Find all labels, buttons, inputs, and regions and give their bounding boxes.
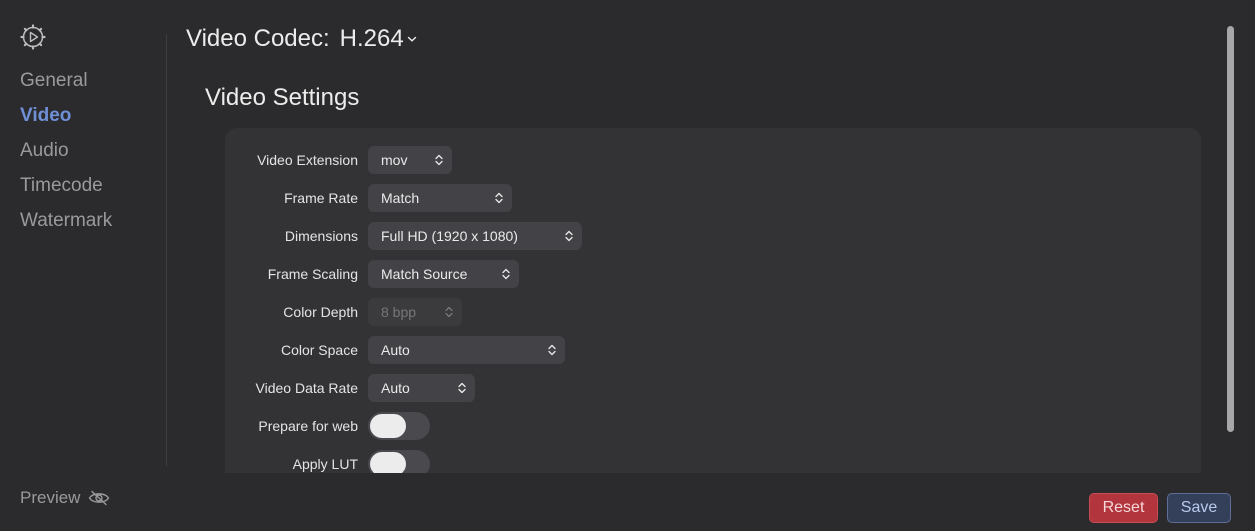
sidebar-item-audio[interactable]: Audio (20, 138, 112, 173)
frame-scaling-label: Frame Scaling (267, 266, 358, 282)
settings-panel: Video Extension mov Frame Rate Match Dim… (225, 128, 1201, 473)
updown-chevron-icon (495, 192, 503, 204)
color-depth-label: Color Depth (283, 304, 358, 320)
apply-lut-label: Apply LUT (292, 456, 358, 472)
color-depth-select: 8 bpp (368, 298, 462, 326)
dimensions-select[interactable]: Full HD (1920 x 1080) (368, 222, 582, 250)
dimensions-value: Full HD (1920 x 1080) (381, 228, 518, 244)
frame-scaling-value: Match Source (381, 266, 468, 282)
sidebar-item-general[interactable]: General (20, 68, 112, 103)
section-title: Video Settings (205, 84, 360, 111)
color-depth-value: 8 bpp (381, 304, 417, 320)
updown-chevron-icon (548, 344, 556, 356)
video-data-rate-select[interactable]: Auto (368, 374, 475, 402)
sidebar-nav: General Video Audio Timecode Watermark (20, 68, 112, 243)
video-extension-label: Video Extension (257, 152, 358, 168)
save-button[interactable]: Save (1167, 493, 1231, 523)
color-space-select[interactable]: Auto (368, 336, 565, 364)
scrollbar-thumb[interactable] (1227, 26, 1234, 432)
updown-chevron-icon (502, 268, 510, 280)
color-space-value: Auto (381, 342, 410, 358)
color-space-label: Color Space (280, 342, 358, 358)
updown-chevron-icon (565, 230, 573, 242)
preview-toggle[interactable]: Preview (20, 488, 110, 508)
codec-value: H.264 (339, 25, 404, 52)
video-extension-select[interactable]: mov (368, 146, 452, 174)
codec-header: Video Codec: H.264 (186, 25, 417, 53)
video-extension-value: mov (381, 152, 408, 168)
scrollbar[interactable] (1224, 26, 1236, 466)
sidebar: General Video Audio Timecode Watermark P… (0, 0, 166, 531)
prepare-for-web-toggle[interactable] (368, 412, 430, 440)
gear-icon[interactable] (20, 24, 46, 50)
updown-chevron-icon (458, 382, 466, 394)
codec-label: Video Codec: (186, 25, 330, 52)
video-data-rate-label: Video Data Rate (255, 380, 358, 396)
sidebar-item-video[interactable]: Video (20, 103, 112, 138)
frame-rate-value: Match (381, 190, 420, 206)
sidebar-item-watermark[interactable]: Watermark (20, 208, 112, 243)
sidebar-divider (166, 34, 167, 466)
preview-label: Preview (20, 488, 81, 507)
chevron-down-icon (407, 36, 416, 42)
toggle-knob (370, 414, 406, 438)
updown-chevron-icon (435, 154, 443, 166)
frame-scaling-select[interactable]: Match Source (368, 260, 519, 288)
apply-lut-toggle[interactable] (368, 450, 430, 473)
toggle-knob (370, 452, 406, 473)
reset-button[interactable]: Reset (1089, 493, 1158, 523)
codec-dropdown[interactable]: H.264 (340, 25, 417, 53)
dimensions-label: Dimensions (284, 228, 358, 244)
updown-chevron-icon (445, 306, 453, 318)
eye-slash-icon (89, 490, 110, 506)
video-data-rate-value: Auto (381, 380, 410, 396)
prepare-for-web-label: Prepare for web (258, 418, 358, 434)
sidebar-item-timecode[interactable]: Timecode (20, 173, 112, 208)
frame-rate-select[interactable]: Match (368, 184, 512, 212)
frame-rate-label: Frame Rate (284, 190, 358, 206)
